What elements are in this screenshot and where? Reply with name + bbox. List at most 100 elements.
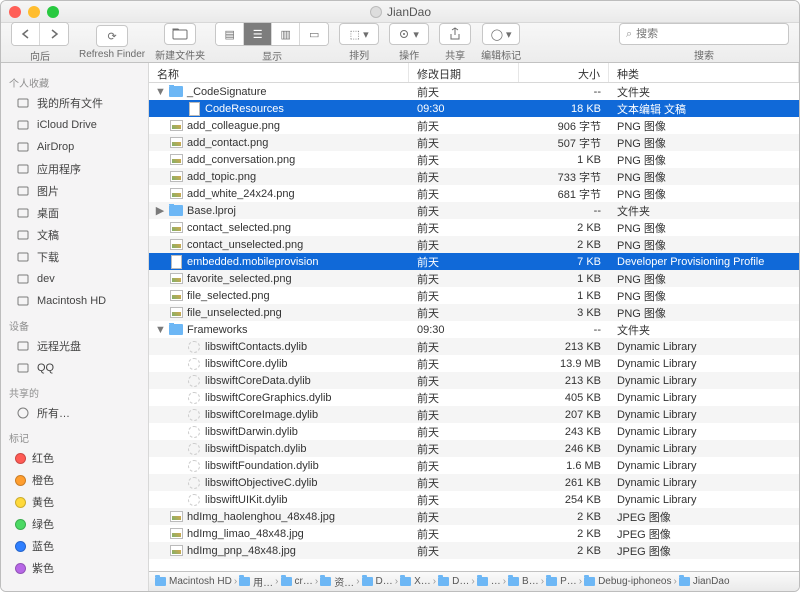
sidebar-item[interactable]: 远程光盘 — [1, 335, 148, 357]
disclosure-icon[interactable] — [173, 375, 183, 387]
file-row[interactable]: ▼ _CodeSignature 前天 -- 文件夹 — [149, 83, 799, 100]
forward-button[interactable] — [40, 23, 68, 45]
sidebar-item[interactable]: 应用程序 — [1, 158, 148, 180]
sidebar-tag[interactable]: 蓝色 — [1, 535, 148, 557]
disclosure-icon[interactable] — [173, 409, 183, 421]
disclosure-icon[interactable] — [155, 528, 165, 540]
disclosure-icon[interactable] — [155, 239, 165, 251]
file-row[interactable]: favorite_selected.png 前天 1 KB PNG 图像 — [149, 270, 799, 287]
column-header-kind[interactable]: 种类 — [609, 63, 799, 82]
disclosure-icon[interactable] — [173, 392, 183, 404]
disclosure-icon[interactable] — [173, 477, 183, 489]
column-view-button[interactable]: ▥ — [272, 23, 300, 45]
file-row[interactable]: libswiftObjectiveC.dylib 前天 261 KB Dynam… — [149, 474, 799, 491]
file-row[interactable]: add_topic.png 前天 733 字节 PNG 图像 — [149, 168, 799, 185]
file-row[interactable]: file_selected.png 前天 1 KB PNG 图像 — [149, 287, 799, 304]
disclosure-icon[interactable] — [155, 188, 165, 200]
disclosure-icon[interactable] — [155, 545, 165, 557]
disclosure-icon[interactable] — [173, 443, 183, 455]
disclosure-icon[interactable]: ▶ — [155, 204, 165, 217]
edit-tags-button[interactable]: ◯ ▾ — [482, 23, 520, 45]
list-view-button[interactable]: ☰ — [244, 23, 272, 45]
path-crumb[interactable]: B… — [508, 576, 539, 587]
column-header-name[interactable]: 名称 — [149, 63, 409, 82]
path-crumb[interactable]: Debug-iphoneos — [584, 576, 671, 587]
path-crumb[interactable]: D… — [362, 576, 393, 587]
disclosure-icon[interactable] — [173, 358, 183, 370]
path-crumb[interactable]: 用… — [239, 574, 273, 589]
file-row[interactable]: embedded.mobileprovision 前天 7 KB Develop… — [149, 253, 799, 270]
sidebar-item[interactable]: QQ — [1, 357, 148, 379]
sidebar-item[interactable]: iCloud Drive — [1, 114, 148, 136]
sidebar-item[interactable]: dev — [1, 268, 148, 290]
disclosure-icon[interactable]: ▼ — [155, 324, 165, 336]
path-crumb[interactable]: P… — [546, 576, 577, 587]
coverflow-view-button[interactable]: ▭ — [300, 23, 328, 45]
share-button[interactable] — [439, 23, 471, 45]
sidebar-tag[interactable]: 绿色 — [1, 513, 148, 535]
disclosure-icon[interactable] — [155, 290, 165, 302]
minimize-icon[interactable] — [28, 6, 40, 18]
disclosure-icon[interactable] — [155, 222, 165, 234]
refresh-button[interactable]: ⟳ — [96, 25, 128, 47]
disclosure-icon[interactable] — [155, 307, 165, 319]
file-row[interactable]: libswiftCoreData.dylib 前天 213 KB Dynamic… — [149, 372, 799, 389]
arrange-button[interactable]: ⬚ ▾ — [339, 23, 379, 45]
file-row[interactable]: libswiftFoundation.dylib 前天 1.6 MB Dynam… — [149, 457, 799, 474]
file-row[interactable]: libswiftCore.dylib 前天 13.9 MB Dynamic Li… — [149, 355, 799, 372]
file-row[interactable]: contact_selected.png 前天 2 KB PNG 图像 — [149, 219, 799, 236]
sidebar-item[interactable]: 我的所有文件 — [1, 92, 148, 114]
file-list[interactable]: ▼ _CodeSignature 前天 -- 文件夹 CodeResources… — [149, 83, 799, 571]
disclosure-icon[interactable] — [173, 426, 183, 438]
file-row[interactable]: hdImg_pnp_48x48.jpg 前天 2 KB JPEG 图像 — [149, 542, 799, 559]
disclosure-icon[interactable]: ▼ — [155, 86, 165, 98]
close-icon[interactable] — [9, 6, 21, 18]
path-crumb[interactable]: JianDao — [679, 576, 730, 587]
file-row[interactable]: file_unselected.png 前天 3 KB PNG 图像 — [149, 304, 799, 321]
file-row[interactable]: add_colleague.png 前天 906 字节 PNG 图像 — [149, 117, 799, 134]
file-row[interactable]: hdImg_limao_48x48.jpg 前天 2 KB JPEG 图像 — [149, 525, 799, 542]
path-crumb[interactable]: D… — [438, 576, 469, 587]
disclosure-icon[interactable] — [173, 103, 183, 115]
disclosure-icon[interactable] — [155, 273, 165, 285]
file-row[interactable]: ▼ Frameworks 09:30 -- 文件夹 — [149, 321, 799, 338]
sidebar-tag[interactable]: 红色 — [1, 447, 148, 469]
sidebar-item[interactable]: 桌面 — [1, 202, 148, 224]
disclosure-icon[interactable] — [155, 171, 165, 183]
file-row[interactable]: libswiftDispatch.dylib 前天 246 KB Dynamic… — [149, 440, 799, 457]
sidebar-tag[interactable]: 橙色 — [1, 469, 148, 491]
sidebar-tag[interactable]: 黄色 — [1, 491, 148, 513]
path-crumb[interactable]: cr… — [281, 576, 313, 587]
disclosure-icon[interactable] — [155, 154, 165, 166]
disclosure-icon[interactable] — [173, 494, 183, 506]
file-row[interactable]: add_contact.png 前天 507 字节 PNG 图像 — [149, 134, 799, 151]
file-row[interactable]: add_conversation.png 前天 1 KB PNG 图像 — [149, 151, 799, 168]
file-row[interactable]: libswiftCoreImage.dylib 前天 207 KB Dynami… — [149, 406, 799, 423]
search-field[interactable]: ⌕ — [619, 23, 789, 45]
disclosure-icon[interactable] — [155, 511, 165, 523]
file-row[interactable]: add_white_24x24.png 前天 681 字节 PNG 图像 — [149, 185, 799, 202]
file-row[interactable]: libswiftUIKit.dylib 前天 254 KB Dynamic Li… — [149, 491, 799, 508]
column-header-date[interactable]: 修改日期 — [409, 63, 519, 82]
sidebar-tag[interactable]: 紫色 — [1, 557, 148, 579]
new-folder-button[interactable] — [164, 23, 196, 45]
column-header-size[interactable]: 大小 — [519, 63, 609, 82]
path-crumb[interactable]: 资… — [320, 574, 354, 589]
sidebar-item[interactable]: 下载 — [1, 246, 148, 268]
file-row[interactable]: ▶ Base.lproj 前天 -- 文件夹 — [149, 202, 799, 219]
back-button[interactable] — [12, 23, 40, 45]
disclosure-icon[interactable] — [155, 120, 165, 132]
action-button[interactable]: ▾ — [389, 23, 429, 45]
file-row[interactable]: libswiftDarwin.dylib 前天 243 KB Dynamic L… — [149, 423, 799, 440]
path-crumb[interactable]: … — [477, 576, 501, 587]
search-input[interactable] — [636, 28, 782, 40]
path-crumb[interactable]: Macintosh HD — [155, 576, 232, 587]
disclosure-icon[interactable] — [173, 341, 183, 353]
zoom-icon[interactable] — [47, 6, 59, 18]
disclosure-icon[interactable] — [155, 256, 165, 268]
file-row[interactable]: hdImg_haolenghou_48x48.jpg 前天 2 KB JPEG … — [149, 508, 799, 525]
path-crumb[interactable]: X… — [400, 576, 431, 587]
file-row[interactable]: libswiftContacts.dylib 前天 213 KB Dynamic… — [149, 338, 799, 355]
disclosure-icon[interactable] — [173, 460, 183, 472]
sidebar-item[interactable]: 所有… — [1, 402, 148, 424]
